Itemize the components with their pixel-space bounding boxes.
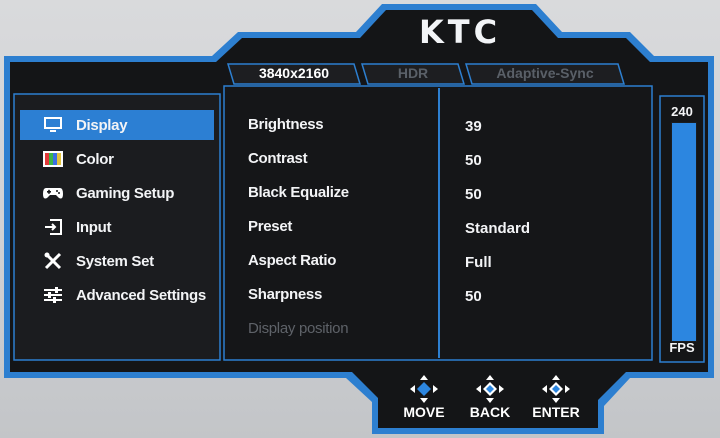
tools-icon: [42, 250, 64, 272]
setting-sharpness-label[interactable]: Sharpness: [248, 283, 433, 307]
nav-back-label: BACK: [469, 404, 511, 420]
menu-item-label: System Set: [76, 252, 154, 270]
color-bars-icon: [42, 148, 64, 170]
fps-value: 240: [671, 104, 693, 119]
tab-resolution[interactable]: 3840x2160: [232, 63, 356, 83]
menu-item-advanced-settings[interactable]: Advanced Settings: [20, 280, 214, 310]
menu-item-system-set[interactable]: System Set: [20, 246, 214, 276]
menu-item-label: Color: [76, 150, 114, 168]
setting-aspect-ratio-label[interactable]: Aspect Ratio: [248, 249, 433, 273]
setting-preset-value: Standard: [465, 220, 531, 237]
fps-meter-fill: [672, 123, 696, 341]
menu-item-label: Display: [76, 116, 128, 134]
dpad-icon: [542, 375, 570, 403]
menu-item-input[interactable]: Input: [20, 212, 214, 242]
monitor-icon: [42, 114, 64, 136]
sliders-icon: [42, 284, 64, 306]
setting-brightness-value: 39: [465, 118, 482, 135]
dpad-icon: [410, 375, 438, 403]
fps-unit-label: FPS: [669, 340, 695, 355]
menu-item-label: Advanced Settings: [76, 286, 206, 304]
gamepad-icon: [42, 182, 64, 204]
menu-item-display[interactable]: Display: [20, 110, 214, 140]
fps-meter: [671, 122, 697, 342]
dpad-icon: [476, 375, 504, 403]
setting-display-position-label: Display position: [248, 320, 349, 337]
tab-hdr[interactable]: HDR: [366, 63, 460, 83]
menu-item-gaming-setup[interactable]: Gaming Setup: [20, 178, 214, 208]
input-icon: [42, 216, 64, 238]
nav-enter-label: ENTER: [532, 404, 580, 420]
setting-sharpness-value: 50: [465, 288, 482, 305]
brand-logo: KTC: [418, 13, 502, 51]
setting-black-equalize-value: 50: [465, 186, 482, 203]
menu-item-color[interactable]: Color: [20, 144, 214, 174]
menu-item-label: Input: [76, 218, 112, 236]
menu-item-label: Gaming Setup: [76, 184, 175, 202]
nav-move-label: MOVE: [403, 404, 445, 420]
setting-preset-label[interactable]: Preset: [248, 215, 433, 239]
setting-black-equalize-label[interactable]: Black Equalize: [248, 181, 433, 205]
setting-brightness-label[interactable]: Brightness: [248, 113, 433, 137]
setting-contrast-label[interactable]: Contrast: [248, 147, 433, 171]
setting-aspect-ratio-value: Full: [465, 254, 492, 271]
setting-contrast-value: 50: [465, 152, 482, 169]
tab-adaptive-sync[interactable]: Adaptive-Sync: [470, 63, 620, 83]
